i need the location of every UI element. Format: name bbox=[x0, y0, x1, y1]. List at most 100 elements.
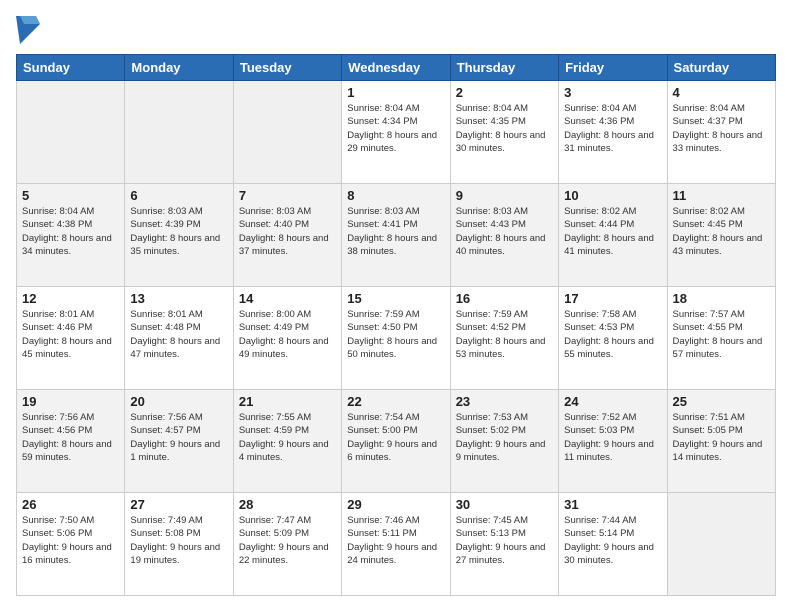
day-of-week-header: Tuesday bbox=[233, 55, 341, 81]
calendar-cell: 9Sunrise: 8:03 AM Sunset: 4:43 PM Daylig… bbox=[450, 184, 558, 287]
calendar-week-row: 1 Sunrise: 8:04 AM Sunset: 4:34 PM Daylig… bbox=[17, 81, 776, 184]
day-number: 9 bbox=[456, 188, 553, 203]
calendar-cell: 25 Sunrise: 7:51 AM Sunset: 5:05 PM Dayli… bbox=[667, 390, 775, 493]
day-of-week-header: Thursday bbox=[450, 55, 558, 81]
calendar-cell: 2Sunrise: 8:04 AM Sunset: 4:35 PM Daylig… bbox=[450, 81, 558, 184]
day-number: 22 bbox=[347, 394, 444, 409]
day-number: 27 bbox=[130, 497, 227, 512]
day-of-week-header: Sunday bbox=[17, 55, 125, 81]
day-of-week-header: Wednesday bbox=[342, 55, 450, 81]
day-info: Sunrise: 7:44 AM Sunset: 5:14 PM Dayligh… bbox=[564, 514, 661, 567]
day-info: Sunrise: 7:52 AM Sunset: 5:03 PM Dayligh… bbox=[564, 411, 661, 464]
calendar-cell: 23 Sunrise: 7:53 AM Sunset: 5:02 PM Dayli… bbox=[450, 390, 558, 493]
calendar-cell bbox=[125, 81, 233, 184]
day-number: 4 bbox=[673, 85, 770, 100]
header bbox=[16, 16, 776, 44]
day-info: Sunrise: 7:59 AM Sunset: 4:52 PM Dayligh… bbox=[456, 308, 553, 361]
day-number: 12 bbox=[22, 291, 119, 306]
day-number: 23 bbox=[456, 394, 553, 409]
day-number: 28 bbox=[239, 497, 336, 512]
logo bbox=[16, 16, 44, 44]
day-info: Sunrise: 7:45 AM Sunset: 5:13 PM Dayligh… bbox=[456, 514, 553, 567]
day-number: 13 bbox=[130, 291, 227, 306]
day-number: 14 bbox=[239, 291, 336, 306]
day-of-week-header: Saturday bbox=[667, 55, 775, 81]
day-info: Sunrise: 7:57 AM Sunset: 4:55 PM Dayligh… bbox=[673, 308, 770, 361]
calendar-cell: 5Sunrise: 8:04 AM Sunset: 4:38 PM Daylig… bbox=[17, 184, 125, 287]
day-info: Sunrise: 7:51 AM Sunset: 5:05 PM Dayligh… bbox=[673, 411, 770, 464]
day-info: Sunrise: 8:04 AM Sunset: 4:36 PM Dayligh… bbox=[564, 102, 661, 155]
day-number: 2 bbox=[456, 85, 553, 100]
day-number: 20 bbox=[130, 394, 227, 409]
day-info: Sunrise: 8:03 AM Sunset: 4:40 PM Dayligh… bbox=[239, 205, 336, 258]
day-info: Sunrise: 8:04 AM Sunset: 4:34 PM Dayligh… bbox=[347, 102, 444, 155]
calendar-cell: 24 Sunrise: 7:52 AM Sunset: 5:03 PM Dayli… bbox=[559, 390, 667, 493]
calendar-cell: 13Sunrise: 8:01 AM Sunset: 4:48 PM Dayli… bbox=[125, 287, 233, 390]
day-info: Sunrise: 7:59 AM Sunset: 4:50 PM Dayligh… bbox=[347, 308, 444, 361]
calendar-cell bbox=[233, 81, 341, 184]
day-info: Sunrise: 7:47 AM Sunset: 5:09 PM Dayligh… bbox=[239, 514, 336, 567]
day-number: 21 bbox=[239, 394, 336, 409]
day-number: 7 bbox=[239, 188, 336, 203]
calendar-cell: 7 Sunrise: 8:03 AM Sunset: 4:40 PM Daylig… bbox=[233, 184, 341, 287]
calendar-week-row: 5Sunrise: 8:04 AM Sunset: 4:38 PM Daylig… bbox=[17, 184, 776, 287]
day-info: Sunrise: 7:56 AM Sunset: 4:57 PM Dayligh… bbox=[130, 411, 227, 464]
day-info: Sunrise: 8:02 AM Sunset: 4:45 PM Dayligh… bbox=[673, 205, 770, 258]
day-number: 8 bbox=[347, 188, 444, 203]
day-number: 16 bbox=[456, 291, 553, 306]
day-info: Sunrise: 7:49 AM Sunset: 5:08 PM Dayligh… bbox=[130, 514, 227, 567]
calendar-cell: 18 Sunrise: 7:57 AM Sunset: 4:55 PM Dayli… bbox=[667, 287, 775, 390]
day-number: 26 bbox=[22, 497, 119, 512]
calendar-cell: 6 Sunrise: 8:03 AM Sunset: 4:39 PM Daylig… bbox=[125, 184, 233, 287]
day-info: Sunrise: 8:02 AM Sunset: 4:44 PM Dayligh… bbox=[564, 205, 661, 258]
day-number: 1 bbox=[347, 85, 444, 100]
day-number: 25 bbox=[673, 394, 770, 409]
day-number: 6 bbox=[130, 188, 227, 203]
day-number: 15 bbox=[347, 291, 444, 306]
day-number: 11 bbox=[673, 188, 770, 203]
calendar-cell: 15 Sunrise: 7:59 AM Sunset: 4:50 PM Dayli… bbox=[342, 287, 450, 390]
day-info: Sunrise: 7:55 AM Sunset: 4:59 PM Dayligh… bbox=[239, 411, 336, 464]
calendar-week-row: 12 Sunrise: 8:01 AM Sunset: 4:46 PM Dayli… bbox=[17, 287, 776, 390]
calendar-header-row: SundayMondayTuesdayWednesdayThursdayFrid… bbox=[17, 55, 776, 81]
calendar-cell: 10Sunrise: 8:02 AM Sunset: 4:44 PM Dayli… bbox=[559, 184, 667, 287]
day-number: 24 bbox=[564, 394, 661, 409]
day-number: 3 bbox=[564, 85, 661, 100]
calendar-week-row: 19 Sunrise: 7:56 AM Sunset: 4:56 PM Dayli… bbox=[17, 390, 776, 493]
calendar-cell: 1 Sunrise: 8:04 AM Sunset: 4:34 PM Daylig… bbox=[342, 81, 450, 184]
calendar-cell: 20 Sunrise: 7:56 AM Sunset: 4:57 PM Dayli… bbox=[125, 390, 233, 493]
day-number: 30 bbox=[456, 497, 553, 512]
page: SundayMondayTuesdayWednesdayThursdayFrid… bbox=[0, 0, 792, 612]
day-info: Sunrise: 7:53 AM Sunset: 5:02 PM Dayligh… bbox=[456, 411, 553, 464]
calendar-cell: 3 Sunrise: 8:04 AM Sunset: 4:36 PM Daylig… bbox=[559, 81, 667, 184]
calendar-cell: 12 Sunrise: 8:01 AM Sunset: 4:46 PM Dayli… bbox=[17, 287, 125, 390]
calendar-cell: 30 Sunrise: 7:45 AM Sunset: 5:13 PM Dayli… bbox=[450, 493, 558, 596]
day-info: Sunrise: 8:01 AM Sunset: 4:46 PM Dayligh… bbox=[22, 308, 119, 361]
calendar-cell: 11 Sunrise: 8:02 AM Sunset: 4:45 PM Dayli… bbox=[667, 184, 775, 287]
day-number: 29 bbox=[347, 497, 444, 512]
calendar-cell: 31Sunrise: 7:44 AM Sunset: 5:14 PM Dayli… bbox=[559, 493, 667, 596]
calendar-cell: 27 Sunrise: 7:49 AM Sunset: 5:08 PM Dayli… bbox=[125, 493, 233, 596]
calendar-week-row: 26 Sunrise: 7:50 AM Sunset: 5:06 PM Dayli… bbox=[17, 493, 776, 596]
logo-icon bbox=[16, 16, 40, 44]
day-info: Sunrise: 7:58 AM Sunset: 4:53 PM Dayligh… bbox=[564, 308, 661, 361]
day-of-week-header: Monday bbox=[125, 55, 233, 81]
day-info: Sunrise: 7:50 AM Sunset: 5:06 PM Dayligh… bbox=[22, 514, 119, 567]
calendar-cell: 22 Sunrise: 7:54 AM Sunset: 5:00 PM Dayli… bbox=[342, 390, 450, 493]
day-info: Sunrise: 8:03 AM Sunset: 4:39 PM Dayligh… bbox=[130, 205, 227, 258]
day-info: Sunrise: 7:46 AM Sunset: 5:11 PM Dayligh… bbox=[347, 514, 444, 567]
day-info: Sunrise: 8:00 AM Sunset: 4:49 PM Dayligh… bbox=[239, 308, 336, 361]
day-number: 19 bbox=[22, 394, 119, 409]
day-of-week-header: Friday bbox=[559, 55, 667, 81]
day-info: Sunrise: 7:56 AM Sunset: 4:56 PM Dayligh… bbox=[22, 411, 119, 464]
day-info: Sunrise: 8:03 AM Sunset: 4:41 PM Dayligh… bbox=[347, 205, 444, 258]
calendar-cell: 21 Sunrise: 7:55 AM Sunset: 4:59 PM Dayli… bbox=[233, 390, 341, 493]
calendar-cell: 16 Sunrise: 7:59 AM Sunset: 4:52 PM Dayli… bbox=[450, 287, 558, 390]
calendar-cell: 29 Sunrise: 7:46 AM Sunset: 5:11 PM Dayli… bbox=[342, 493, 450, 596]
calendar-cell bbox=[667, 493, 775, 596]
calendar-cell: 28 Sunrise: 7:47 AM Sunset: 5:09 PM Dayli… bbox=[233, 493, 341, 596]
day-info: Sunrise: 7:54 AM Sunset: 5:00 PM Dayligh… bbox=[347, 411, 444, 464]
day-info: Sunrise: 8:04 AM Sunset: 4:37 PM Dayligh… bbox=[673, 102, 770, 155]
calendar-cell: 4 Sunrise: 8:04 AM Sunset: 4:37 PM Daylig… bbox=[667, 81, 775, 184]
day-number: 18 bbox=[673, 291, 770, 306]
